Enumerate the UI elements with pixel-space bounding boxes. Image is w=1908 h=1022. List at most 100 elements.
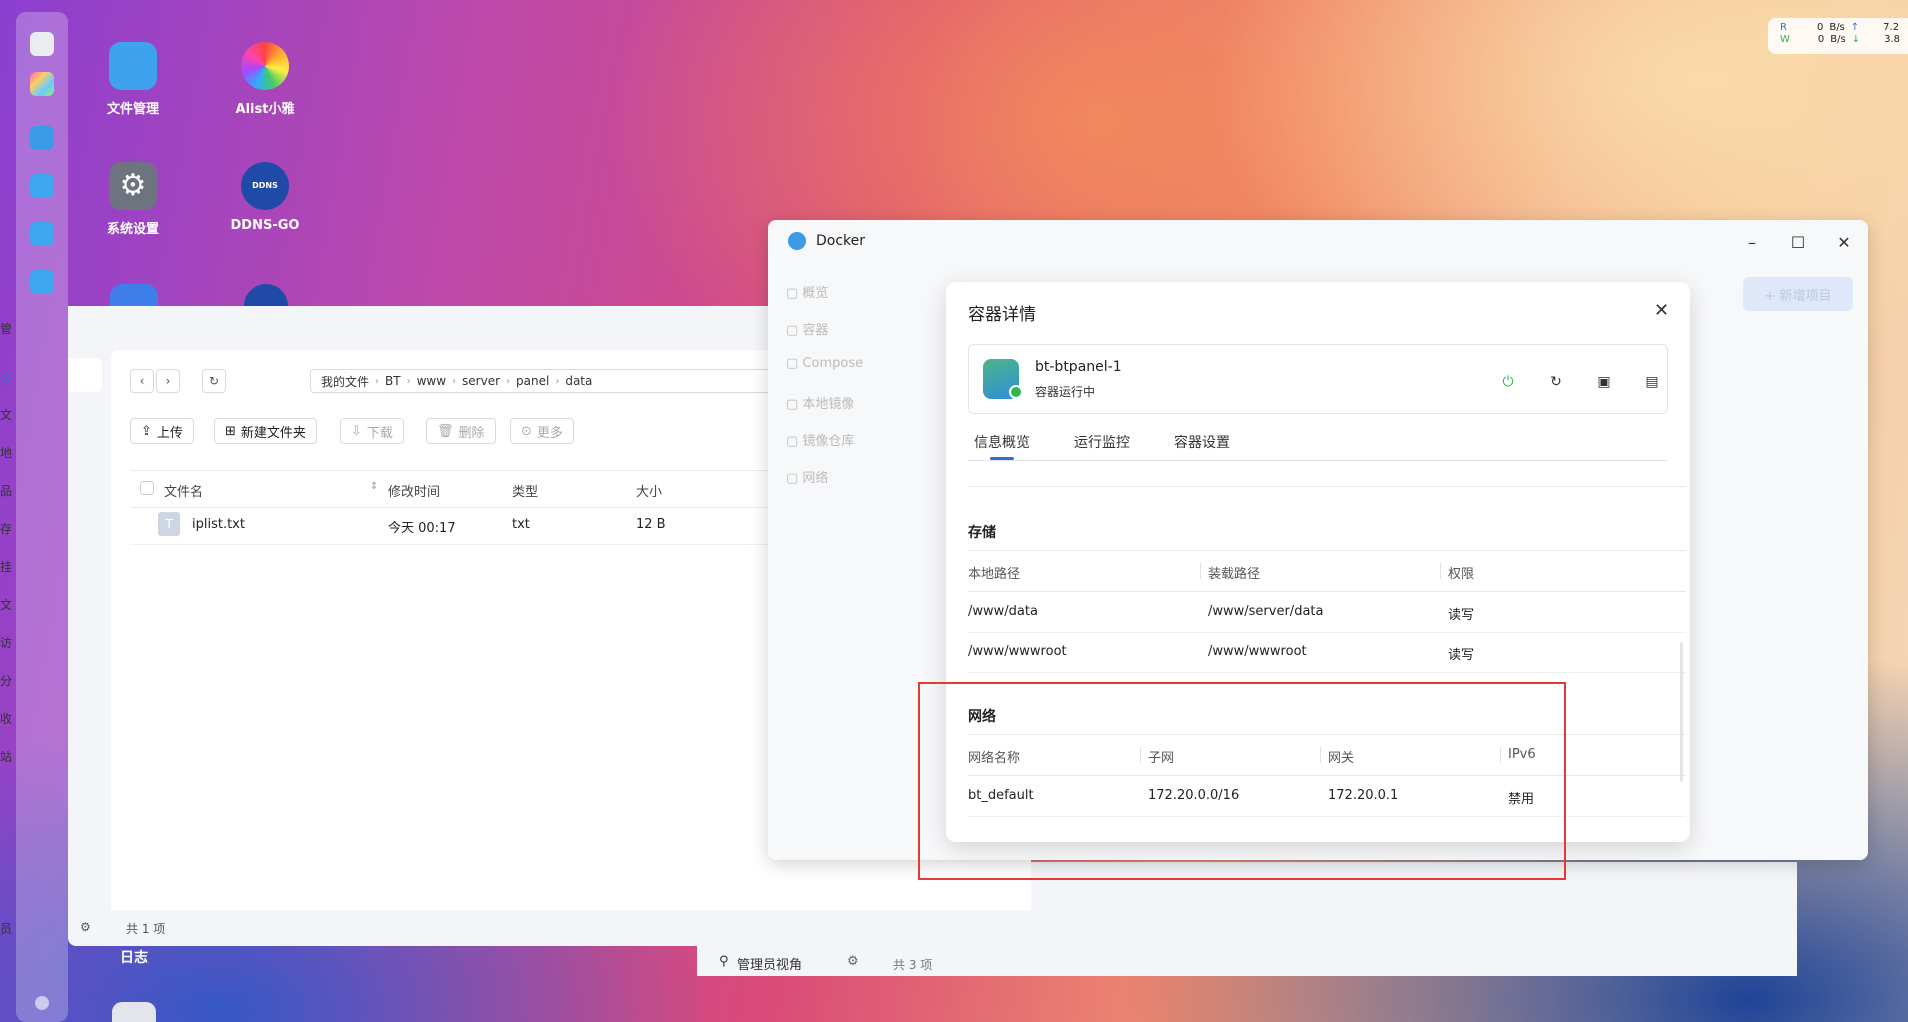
breadcrumb-item[interactable]: 我的文件 [321, 373, 369, 390]
download-icon: ⇩ [351, 423, 362, 439]
back-button[interactable]: ‹ [130, 369, 154, 393]
read-unit: B/s [1829, 22, 1845, 33]
partial-app-icon-3[interactable] [112, 1002, 156, 1022]
column-mount-path: 装载路径 [1208, 567, 1261, 582]
write-label: W [1780, 34, 1790, 45]
folder-settings-dock-icon[interactable] [30, 222, 54, 246]
forward-button[interactable]: › [156, 369, 180, 393]
terminal-icon[interactable]: ▣ [1593, 371, 1615, 393]
desktop-icon-ddns[interactable]: DDNS DDNS-GO [210, 162, 320, 233]
breadcrumb-item[interactable]: www [417, 374, 446, 388]
power-icon[interactable] [35, 996, 49, 1010]
refresh-button[interactable]: ↻ [202, 369, 226, 393]
tab-settings[interactable]: 容器设置 [1174, 432, 1230, 452]
breadcrumb: 我的文件 › BT › www › server › panel › data [310, 369, 840, 393]
docker-nav-local-images[interactable]: ▢ 本地镜像 [786, 393, 854, 412]
container-name: bt-btpanel-1 [1035, 359, 1122, 375]
settings-icon[interactable]: ⚙ [80, 920, 91, 934]
new-project-button[interactable]: + 新增项目 [1743, 277, 1853, 311]
read-speed: 0 [1816, 22, 1824, 33]
gear-icon[interactable]: ⚙ [847, 954, 859, 969]
write-speed: 0 [1817, 34, 1825, 45]
sidebar-fragment: 文 [0, 370, 13, 384]
power-icon[interactable]: ⏻ [1497, 371, 1519, 393]
column-name[interactable]: 文件名 [164, 481, 203, 500]
app-center-icon[interactable] [30, 72, 54, 96]
sidebar-fragment: 收 [0, 712, 13, 726]
text-file-icon: T [158, 512, 180, 536]
docker-nav-compose[interactable]: ▢ Compose [786, 356, 863, 371]
modal-scrollbar[interactable] [1680, 642, 1683, 782]
item-count: 共 1 项 [126, 922, 166, 936]
sidebar-fragment: 站 [0, 750, 13, 764]
desktop-icon-settings[interactable]: ⚙ 系统设置 [78, 162, 188, 237]
docker-nav-containers[interactable]: ▢ 容器 [786, 319, 828, 338]
upload-icon: ⇪ [141, 423, 152, 439]
column-type[interactable]: 类型 [512, 481, 538, 500]
column-modified[interactable]: 修改时间 [388, 481, 440, 500]
docker-nav-registry[interactable]: ▢ 镜像仓库 [786, 430, 854, 449]
table-row: /www/wwwroot /www/wwwroot 读写 [968, 632, 1686, 673]
select-all-checkbox[interactable] [140, 481, 154, 495]
docker-titlebar: Docker [788, 232, 865, 250]
folder-dock-icon[interactable] [30, 174, 54, 198]
minimize-icon[interactable]: – [1740, 230, 1764, 254]
tab-monitor[interactable]: 运行监控 [1074, 432, 1130, 452]
nav-label: 容器 [802, 323, 829, 338]
sidebar-fragment: 员 [0, 922, 13, 936]
log-file-icon[interactable]: ▤ [1641, 371, 1663, 393]
close-icon[interactable]: ✕ [1832, 230, 1856, 254]
storage-table-header: 本地路径 装载路径 权限 [968, 550, 1686, 592]
write-total: 3.8 [1884, 34, 1901, 45]
desktop-icon-file-manager[interactable]: 文件管理 [78, 42, 188, 117]
sidebar-fragment: 分 [0, 674, 13, 688]
upload-button[interactable]: ⇪ 上传 [130, 418, 194, 444]
docker-nav-network[interactable]: ▢ 网络 [786, 467, 828, 486]
sidebar-fragment: 文 [0, 598, 13, 612]
new-folder-button[interactable]: ⊞ 新建文件夹 [214, 418, 317, 444]
column-permission: 权限 [1448, 567, 1475, 582]
column-size[interactable]: 大小 [636, 481, 662, 500]
partial-app-icon[interactable] [110, 284, 158, 306]
desktop-icon-alist[interactable]: Alist小雅 [210, 42, 320, 117]
docker-dock-icon[interactable] [30, 126, 54, 150]
storage-section-title: 存储 [968, 525, 996, 541]
docker-nav-overview[interactable]: ▢ 概览 [786, 282, 828, 301]
more-label: 更多 [536, 425, 563, 441]
column-local-path: 本地路径 [968, 567, 1021, 582]
download-button[interactable]: ⇩ 下载 [340, 418, 404, 444]
desktop-icon-label: 系统设置 [106, 222, 159, 237]
modal-title: 容器详情 [968, 305, 1036, 325]
sidebar-fragment: 挂 [0, 560, 13, 574]
file-size: 12 B [636, 517, 666, 532]
breadcrumb-item[interactable]: BT [385, 374, 401, 388]
user-icon: ⚲ [719, 954, 729, 969]
folder-dock-icon-2[interactable] [30, 270, 54, 294]
backwin-label[interactable]: 管理员视角 [737, 954, 802, 973]
divider [968, 486, 1686, 487]
read-total: 7.2 [1883, 22, 1900, 33]
desktop-icon-log-label[interactable]: 日志 [120, 947, 148, 967]
breadcrumb-item[interactable]: data [565, 374, 592, 388]
tab-overview[interactable]: 信息概览 [974, 432, 1030, 452]
restart-icon[interactable]: ↻ [1545, 371, 1567, 393]
active-tab-indicator [990, 457, 1014, 460]
file-table-header: 文件名 ⇕ 修改时间 类型 大小 [130, 470, 770, 508]
breadcrumb-item[interactable]: server [462, 374, 500, 388]
folder-icon [109, 42, 157, 90]
file-manager-sidebar-selected[interactable] [68, 358, 102, 392]
more-button[interactable]: ⊙ 更多 [510, 418, 574, 444]
breadcrumb-item[interactable]: panel [516, 374, 549, 388]
maximize-icon[interactable]: ☐ [1786, 230, 1810, 254]
table-row[interactable]: T iplist.txt 今天 00:17 txt 12 B [130, 506, 770, 545]
delete-button[interactable]: 🗑 删除 [426, 418, 496, 444]
file-modified: 今天 00:17 [388, 521, 456, 536]
more-icon: ⊙ [521, 423, 532, 439]
close-icon[interactable]: ✕ [1654, 300, 1669, 321]
alist-logo-icon [241, 42, 289, 90]
sort-icon[interactable]: ⇕ [370, 481, 378, 492]
delete-label: 删除 [458, 425, 485, 441]
monitor-icon[interactable] [30, 32, 54, 56]
backwin-status: 共 3 项 [893, 958, 933, 972]
dock [16, 12, 68, 1022]
